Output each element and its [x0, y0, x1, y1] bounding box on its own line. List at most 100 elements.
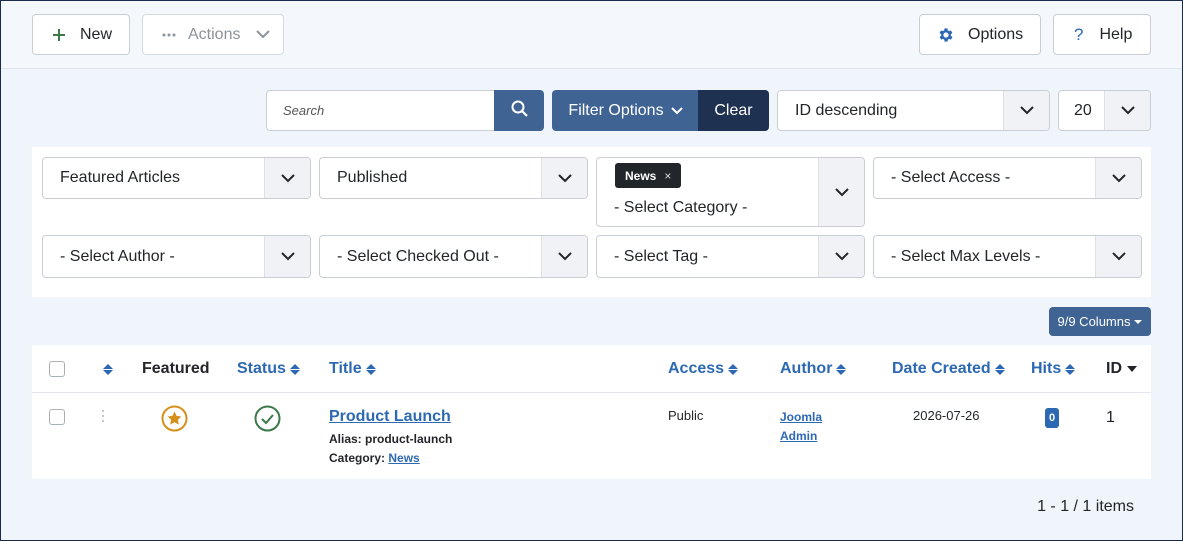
chevron-down-icon	[818, 158, 864, 226]
chevron-down-icon	[670, 106, 683, 115]
help-button[interactable]: ? Help	[1053, 14, 1151, 55]
select-all-checkbox[interactable]	[49, 361, 65, 377]
articles-table: Featured Status Title Access Author Date…	[32, 345, 1151, 479]
max-levels-filter-select[interactable]: - Select Max Levels -	[873, 235, 1142, 278]
filter-options-label: Filter Options	[568, 101, 664, 119]
filter-panel: Featured Articles Published News × - Sel…	[32, 147, 1151, 297]
table-header: Featured Status Title Access Author Date…	[32, 345, 1151, 393]
chevron-down-icon	[818, 236, 864, 277]
category-filter-select[interactable]: News × - Select Category -	[596, 157, 865, 227]
max-levels-filter-value: - Select Max Levels -	[891, 247, 1041, 265]
clear-label: Clear	[714, 101, 753, 119]
actions-label: Actions	[188, 25, 241, 43]
header-author[interactable]: Author	[780, 345, 847, 393]
new-button-label: New	[80, 25, 113, 43]
article-category-link[interactable]: News	[388, 451, 419, 465]
checked-out-filter-value: - Select Checked Out -	[337, 247, 499, 265]
chevron-down-icon	[264, 236, 310, 277]
author-filter-value: - Select Author -	[60, 247, 175, 265]
header-access[interactable]: Access	[668, 345, 739, 393]
search-button[interactable]	[494, 90, 544, 131]
header-access-label: Access	[668, 360, 725, 377]
header-featured: Featured	[142, 360, 210, 377]
columns-button-label: 9/9 Columns	[1057, 314, 1131, 329]
category-chip-label: News	[625, 168, 657, 183]
toolbar: New Actions Options ? Help	[1, 1, 1182, 69]
clear-button[interactable]: Clear	[698, 90, 769, 131]
table-row: Product Launch Alias: product-launch Cat…	[32, 394, 1151, 479]
article-title[interactable]: Product Launch	[329, 408, 451, 426]
header-title[interactable]: Title	[329, 345, 376, 393]
help-label: Help	[1099, 25, 1133, 43]
columns-button[interactable]: 9/9 Columns	[1049, 307, 1151, 336]
header-status[interactable]: Status	[237, 345, 300, 393]
row-checkbox[interactable]	[49, 409, 65, 425]
header-id-label: ID	[1106, 360, 1122, 377]
header-id[interactable]: ID	[1106, 345, 1137, 393]
article-title-link[interactable]: Product Launch	[329, 408, 451, 425]
sort-icon	[1065, 363, 1076, 375]
article-id: 1	[1106, 409, 1115, 426]
published-filter-value: Published	[337, 169, 408, 186]
published-check-icon[interactable]	[254, 405, 281, 437]
header-author-label: Author	[780, 360, 833, 377]
featured-star-icon[interactable]	[161, 405, 188, 437]
ordering-sort-header[interactable]	[99, 345, 113, 393]
sort-icon	[994, 363, 1005, 375]
chevron-down-icon	[541, 236, 587, 277]
article-alias: Alias: product-launch	[329, 432, 453, 446]
article-date-created: 2026-07-26	[913, 408, 980, 423]
article-access: Public	[668, 408, 704, 423]
question-icon: ?	[1074, 24, 1084, 44]
ordering-value: ID descending	[795, 101, 898, 119]
sort-icon	[289, 363, 300, 375]
header-date-created-label: Date Created	[892, 360, 991, 377]
filter-options-button[interactable]: Filter Options	[552, 90, 699, 131]
article-category: Category: News	[329, 451, 420, 465]
options-button[interactable]: Options	[919, 14, 1041, 55]
checked-out-filter-select[interactable]: - Select Checked Out -	[319, 235, 588, 278]
header-status-label: Status	[237, 360, 286, 377]
ellipsis-icon	[162, 33, 176, 37]
pagination-info: 1 - 1 / 1 items	[1037, 498, 1134, 515]
search-input[interactable]	[266, 90, 495, 131]
sort-desc-icon	[1127, 366, 1137, 372]
chevron-down-icon	[1104, 91, 1150, 130]
header-date-created[interactable]: Date Created	[892, 345, 1005, 393]
featured-filter-value: Featured Articles	[60, 169, 181, 186]
chevron-down-icon	[1095, 236, 1141, 277]
search-icon	[511, 100, 528, 122]
author-link-line1[interactable]: Joomla	[780, 408, 822, 427]
access-filter-value: - Select Access -	[891, 169, 1011, 186]
header-hits[interactable]: Hits	[1031, 345, 1076, 393]
limit-value: 20	[1074, 101, 1092, 119]
sort-icon	[365, 363, 376, 375]
tag-filter-value: - Select Tag -	[614, 247, 708, 265]
author-filter-select[interactable]: - Select Author -	[42, 235, 311, 278]
drag-handle-icon[interactable]	[101, 409, 105, 428]
ordering-select[interactable]: ID descending	[777, 90, 1050, 131]
options-label: Options	[968, 25, 1024, 43]
caret-down-icon	[1134, 319, 1143, 324]
new-button[interactable]: New	[32, 14, 130, 55]
author-link-line2[interactable]: Admin	[780, 427, 822, 446]
sort-icon	[836, 363, 847, 375]
header-title-label: Title	[329, 360, 362, 377]
close-icon[interactable]: ×	[664, 169, 671, 183]
featured-filter-select[interactable]: Featured Articles	[42, 157, 311, 199]
access-filter-select[interactable]: - Select Access -	[873, 157, 1142, 199]
chevron-down-icon	[264, 158, 310, 198]
gear-icon	[937, 26, 955, 44]
published-filter-select[interactable]: Published	[319, 157, 588, 199]
actions-dropdown[interactable]: Actions	[142, 14, 284, 55]
article-author[interactable]: Joomla Admin	[780, 408, 822, 446]
header-hits-label: Hits	[1031, 360, 1062, 377]
hits-badge: 0	[1045, 408, 1059, 428]
limit-select[interactable]: 20	[1058, 90, 1151, 131]
article-category-label: Category:	[329, 451, 386, 465]
category-chip[interactable]: News ×	[615, 163, 682, 188]
plus-icon	[52, 28, 66, 42]
chevron-down-icon	[1095, 158, 1141, 198]
category-placeholder: - Select Category -	[614, 199, 748, 216]
tag-filter-select[interactable]: - Select Tag -	[596, 235, 865, 278]
